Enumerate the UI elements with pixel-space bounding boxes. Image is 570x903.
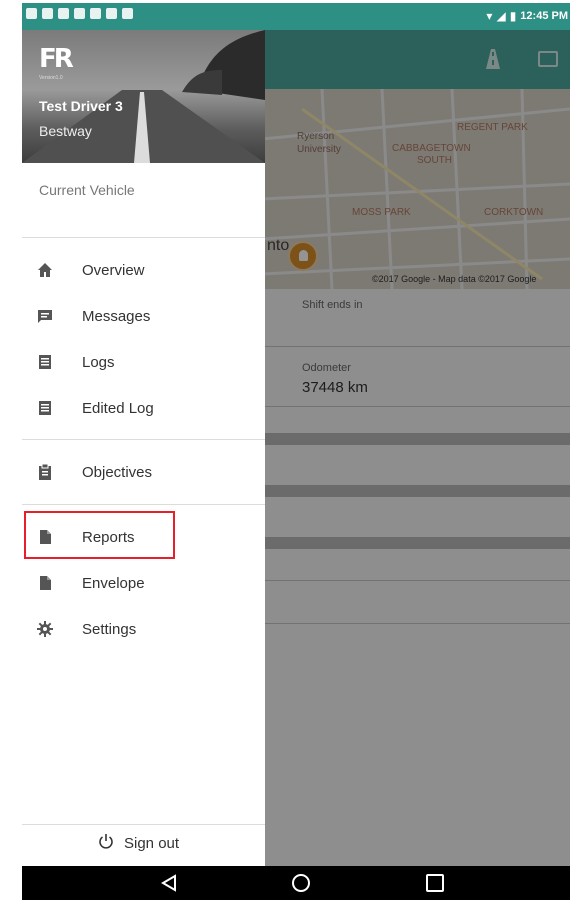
menu-item-label: Logs — [82, 354, 115, 371]
notification-icon — [122, 8, 133, 19]
menu-item-label: Objectives — [82, 464, 153, 481]
menu-item-envelope[interactable]: Envelope — [22, 563, 265, 607]
notification-icon — [42, 8, 53, 19]
navigation-drawer: FR Version1.0 Test Driver 3 Bestway Curr… — [22, 30, 265, 866]
notification-icon — [74, 8, 85, 19]
phone-screen: Ryerson University REGENT PARK CABBAGETO… — [22, 3, 570, 900]
notification-icon — [26, 8, 37, 19]
recent-apps-icon[interactable] — [426, 874, 444, 892]
menu-item-settings[interactable]: Settings — [22, 609, 265, 653]
status-bar: ▾ ◢ ▮ 12:45 PM — [22, 3, 570, 30]
menu-item-overview[interactable]: Overview — [22, 250, 265, 294]
battery-icon: ▮ — [509, 9, 517, 23]
edited-log-icon — [39, 401, 51, 415]
divider — [22, 439, 265, 440]
home-button-icon[interactable] — [292, 874, 310, 892]
menu-item-messages[interactable]: Messages — [22, 296, 265, 340]
reports-highlight-box — [24, 511, 175, 559]
signal-icon: ◢ — [496, 9, 506, 23]
document-icon — [40, 576, 51, 590]
message-icon — [38, 310, 52, 323]
system-nav-bar — [22, 866, 570, 900]
notification-icon — [106, 8, 117, 19]
menu-item-label: Settings — [82, 621, 137, 638]
menu-item-label: Messages — [82, 308, 151, 325]
app-logo: FR — [39, 44, 74, 74]
sign-out-label: Sign out — [124, 835, 180, 852]
logo-version: Version1.0 — [39, 75, 63, 81]
drawer-header: FR Version1.0 Test Driver 3 Bestway — [22, 30, 265, 163]
menu-item-edited-log[interactable]: Edited Log — [22, 388, 265, 432]
logs-icon — [39, 355, 51, 369]
driver-name: Test Driver 3 — [39, 98, 123, 114]
notification-icon — [58, 8, 69, 19]
company-name: Bestway — [39, 123, 92, 139]
wifi-icon: ▾ — [486, 9, 493, 23]
menu-item-objectives[interactable]: Objectives — [22, 452, 265, 496]
menu-item-label: Envelope — [82, 575, 145, 592]
clipboard-icon — [39, 464, 51, 480]
current-vehicle-item[interactable]: Current Vehicle — [39, 182, 135, 198]
home-icon — [38, 263, 52, 277]
menu-item-logs[interactable]: Logs — [22, 342, 265, 386]
status-time: 12:45 PM — [520, 10, 568, 22]
divider — [22, 504, 265, 505]
gear-icon — [37, 621, 53, 637]
divider — [22, 237, 265, 238]
menu-item-label: Overview — [82, 262, 145, 279]
notification-icon — [90, 8, 101, 19]
power-icon — [99, 834, 113, 849]
back-icon[interactable] — [160, 874, 178, 892]
menu-item-label: Edited Log — [82, 400, 154, 417]
sign-out-button[interactable]: Sign out — [22, 825, 265, 866]
